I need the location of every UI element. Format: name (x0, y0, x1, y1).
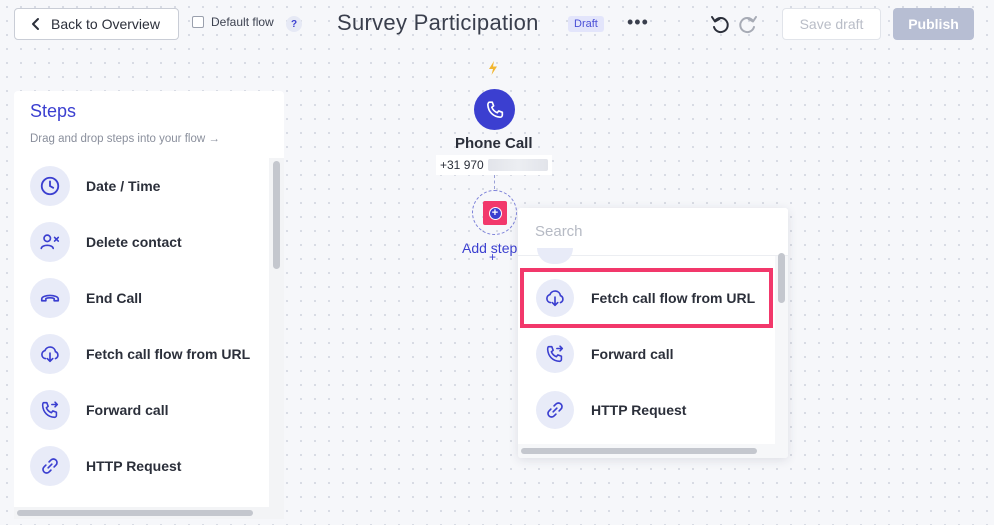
forward-call-icon (30, 390, 70, 430)
phone-number: +31 970 (436, 155, 552, 175)
link-icon (536, 391, 574, 429)
publish-button[interactable]: Publish (893, 8, 974, 40)
step-picker-list: Fetch call flow from URL Forward call HT… (518, 268, 775, 438)
step-item-date-time[interactable]: Date / Time (14, 158, 269, 214)
step-item-label: Forward call (86, 402, 169, 418)
default-flow-checkbox[interactable] (192, 16, 204, 28)
back-to-overview-label: Back to Overview (51, 16, 160, 32)
default-flow-toggle[interactable]: Default flow (192, 15, 274, 29)
undo-icon[interactable] (709, 13, 731, 35)
redo-icon[interactable] (737, 13, 759, 35)
more-options-button[interactable]: ••• (627, 12, 649, 33)
cloud-download-icon (536, 279, 574, 317)
step-item-forward-call[interactable]: Forward call (14, 382, 269, 438)
phone-call-node[interactable] (474, 89, 515, 130)
dropdown-item-label: Fetch call flow from URL (591, 290, 756, 306)
status-badge: Draft (568, 16, 604, 32)
step-item-label: Fetch call flow from URL (86, 346, 251, 362)
steps-scrollbar-thumb[interactable] (273, 161, 280, 269)
phone-number-prefix: +31 970 (440, 158, 484, 172)
help-icon[interactable]: ? (286, 16, 302, 32)
top-bar: Back to Overview Default flow ? Survey P… (0, 0, 994, 50)
step-item-http-request[interactable]: HTTP Request (14, 438, 269, 494)
flow-connector (494, 175, 495, 189)
plus-icon: + (489, 250, 497, 264)
step-item-label: Date / Time (86, 178, 161, 194)
lightning-icon (489, 61, 497, 75)
plus-icon: + (488, 206, 502, 220)
dropdown-item-label: Forward call (591, 346, 674, 362)
cloud-download-icon (30, 334, 70, 374)
redacted-number (487, 159, 548, 171)
remove-user-icon (30, 222, 70, 262)
steps-panel: Steps Drag and drop steps into your flow… (14, 91, 284, 519)
step-item-fetch-call-flow[interactable]: Fetch call flow from URL (14, 326, 269, 382)
steps-panel-subtitle: Drag and drop steps into your flow → (30, 133, 220, 145)
dropdown-scrollbar-thumb[interactable] (778, 253, 785, 303)
partial-item-icon (537, 248, 573, 264)
clock-icon (30, 166, 70, 206)
phone-call-title: Phone Call (455, 135, 533, 152)
hang-up-icon (30, 278, 70, 318)
chevron-left-icon (32, 18, 39, 30)
dropdown-item-http-request[interactable]: HTTP Request (518, 382, 775, 438)
steps-horizontal-scrollbar-thumb[interactable] (17, 510, 253, 516)
default-flow-label: Default flow (211, 15, 274, 29)
phone-icon (486, 100, 503, 118)
forward-call-icon (536, 335, 574, 373)
link-icon (30, 446, 70, 486)
save-draft-button[interactable]: Save draft (782, 8, 881, 40)
steps-panel-title: Steps (30, 101, 77, 121)
dropdown-horizontal-scrollbar-thumb[interactable] (521, 448, 757, 454)
dropdown-item-label: HTTP Request (591, 402, 687, 418)
step-item-label: End Call (86, 290, 143, 306)
step-item-label: HTTP Request (86, 458, 182, 474)
dropdown-item-fetch-call-flow[interactable]: Fetch call flow from URL (520, 268, 773, 328)
back-to-overview-button[interactable]: Back to Overview (14, 8, 179, 40)
dropdown-item-forward-call[interactable]: Forward call (518, 326, 775, 382)
add-step-button[interactable]: + (483, 201, 507, 225)
steps-list: Date / Time Delete contact End Call Fetc… (14, 158, 269, 494)
step-item-label: Delete contact (86, 234, 182, 250)
step-picker-dropdown: Fetch call flow from URL Forward call HT… (518, 208, 788, 458)
page-title: Survey Participation (337, 10, 539, 35)
step-item-end-call[interactable]: End Call (14, 270, 269, 326)
step-item-delete-contact[interactable]: Delete contact (14, 214, 269, 270)
